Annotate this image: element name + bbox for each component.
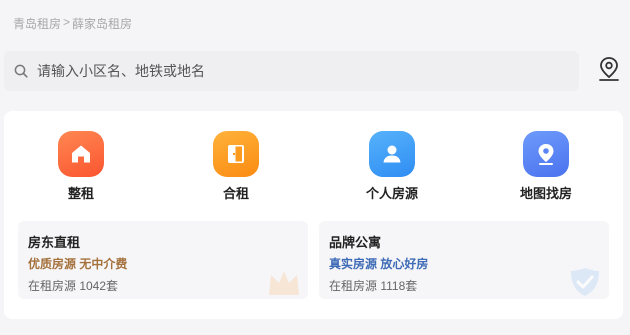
category-label: 地图找房	[519, 186, 572, 201]
search-icon	[14, 64, 28, 78]
crown-icon	[266, 265, 302, 299]
map-pin-icon	[523, 131, 569, 177]
breadcrumb-city[interactable]: 青岛租房	[13, 15, 61, 32]
search-input[interactable]: 请输入小区名、地铁或地名	[4, 51, 579, 91]
category-label: 整租	[67, 186, 94, 201]
category-whole-rent[interactable]: 整租	[41, 131, 121, 202]
promo-brand-apartment[interactable]: 品牌公寓 真实房源 放心好房 在租房源 1118套	[319, 221, 609, 299]
door-icon	[213, 131, 259, 177]
home-icon	[58, 131, 104, 177]
location-button[interactable]	[597, 56, 621, 87]
promo-listing-count: 在租房源 1118套	[329, 279, 418, 293]
shield-check-icon	[567, 265, 603, 299]
search-placeholder: 请输入小区名、地铁或地名	[37, 63, 205, 79]
person-icon	[369, 131, 415, 177]
category-shared-rent[interactable]: 合租	[196, 131, 276, 202]
promo-title: 品牌公寓	[329, 235, 382, 250]
breadcrumb: 青岛租房 > 薛家岛租房	[13, 15, 132, 32]
breadcrumb-area[interactable]: 薛家岛租房	[72, 15, 132, 32]
promo-landlord-direct[interactable]: 房东直租 优质房源 无中介费 在租房源 1042套	[18, 221, 308, 299]
category-personal-listing[interactable]: 个人房源	[352, 131, 432, 202]
category-label: 合租	[222, 186, 249, 201]
promo-listing-count: 在租房源 1042套	[28, 279, 119, 293]
category-map-search[interactable]: 地图找房	[506, 131, 586, 202]
promo-title: 房东直租	[28, 235, 81, 250]
promo-slogan: 真实房源 放心好房	[329, 257, 429, 271]
category-label: 个人房源	[365, 186, 418, 201]
breadcrumb-separator: >	[63, 15, 71, 29]
promo-slogan: 优质房源 无中介费	[28, 257, 128, 271]
location-pin-icon	[598, 56, 620, 87]
rental-category-card: 整租 合租 个人房源 地图找房 房东直租 优质房源 无中介费 在租房源 1042…	[4, 111, 623, 319]
